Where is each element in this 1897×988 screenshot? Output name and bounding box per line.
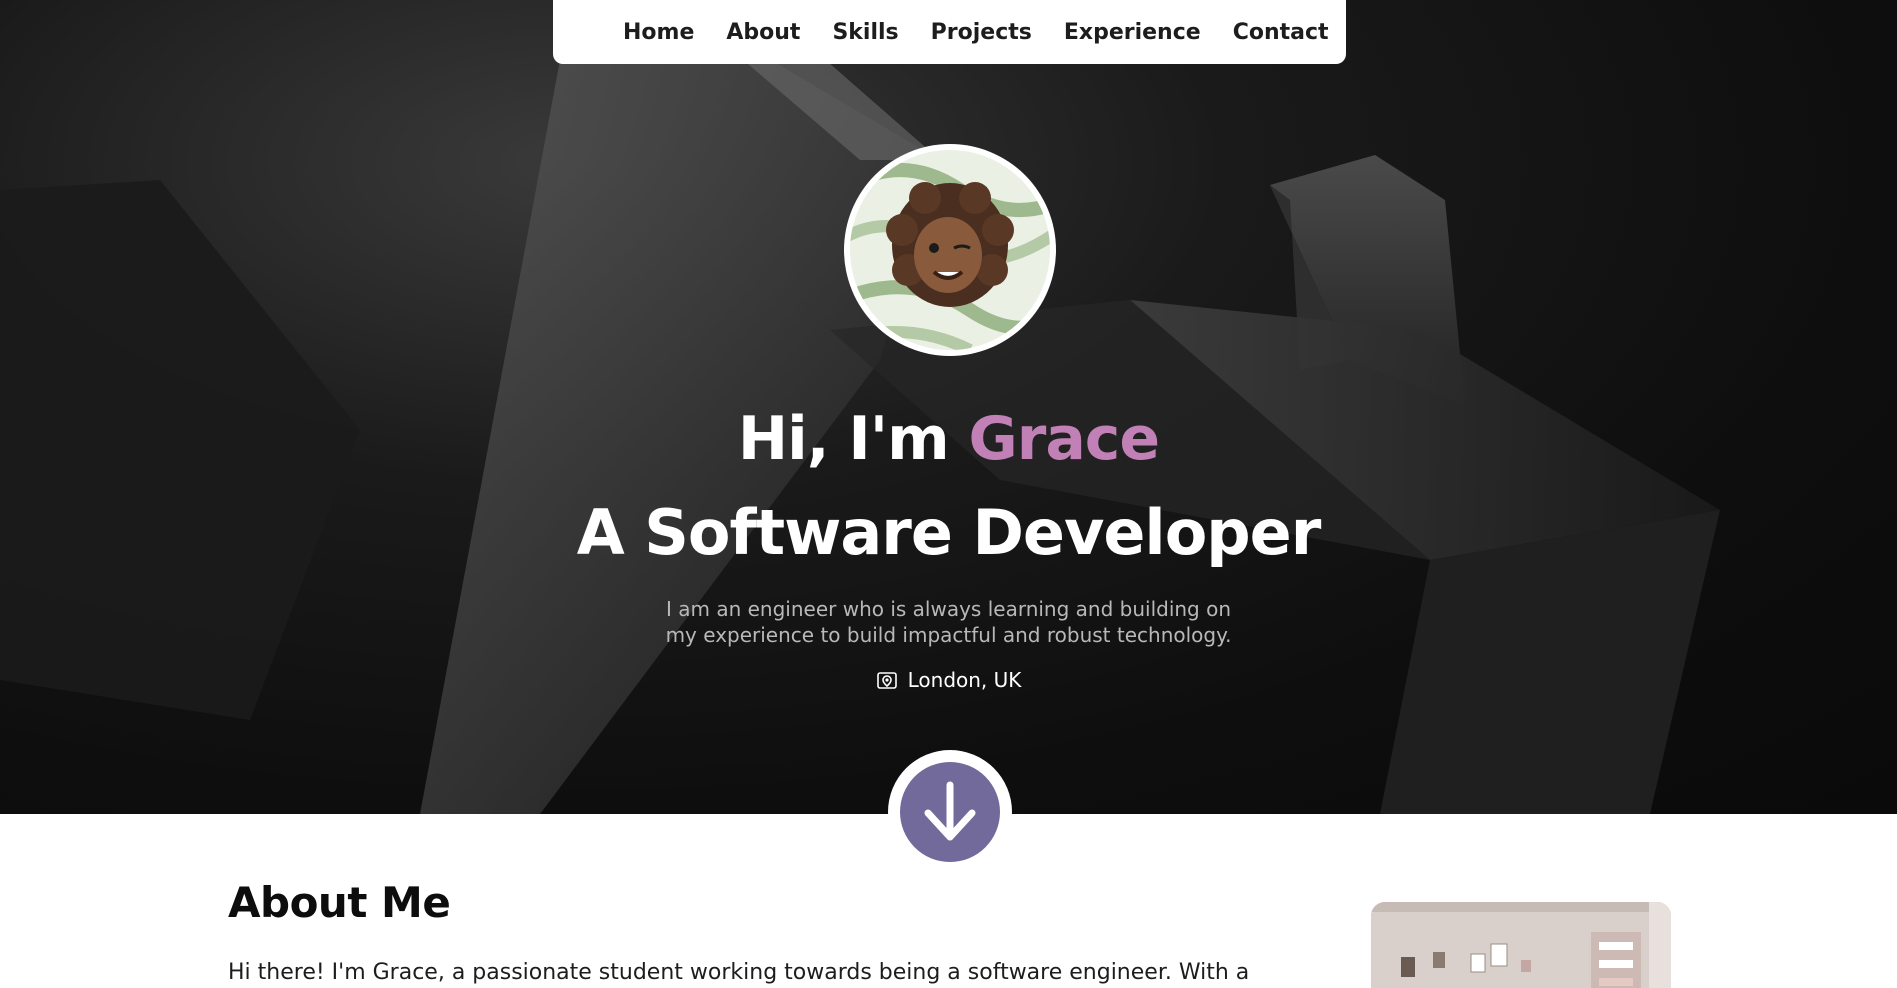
location-row: London, UK [0, 668, 1897, 692]
nav-link-skills[interactable]: Skills [816, 20, 914, 45]
memoji-avatar-image [850, 150, 1050, 350]
about-paragraph: Hi there! I'm Grace, a passionate studen… [228, 960, 1250, 985]
nav-link-projects[interactable]: Projects [915, 20, 1048, 45]
greeting-prefix: Hi, I'm [737, 404, 969, 474]
map-pin-icon [876, 672, 897, 689]
hero-name: Grace [968, 404, 1160, 474]
hero-greeting: Hi, I'm Grace [0, 404, 1897, 474]
nav-link-experience[interactable]: Experience [1048, 20, 1217, 45]
nav-link-contact[interactable]: Contact [1217, 20, 1345, 45]
room-photo-image [1371, 902, 1671, 988]
scroll-down-circle [900, 762, 1000, 862]
about-heading: About Me [228, 878, 451, 927]
nav-link-about[interactable]: About [710, 20, 816, 45]
arrow-down-icon [924, 781, 976, 841]
profile-avatar [844, 144, 1056, 356]
about-photo [1371, 902, 1671, 988]
hero-description: I am an engineer who is always learning … [665, 597, 1232, 647]
nav-link-home[interactable]: Home [607, 20, 710, 45]
scroll-down-button[interactable] [888, 750, 1012, 874]
hero-subtitle: A Software Developer [576, 496, 1322, 569]
location-text: London, UK [907, 668, 1022, 692]
top-navbar: Home About Skills Projects Experience Co… [553, 0, 1346, 64]
